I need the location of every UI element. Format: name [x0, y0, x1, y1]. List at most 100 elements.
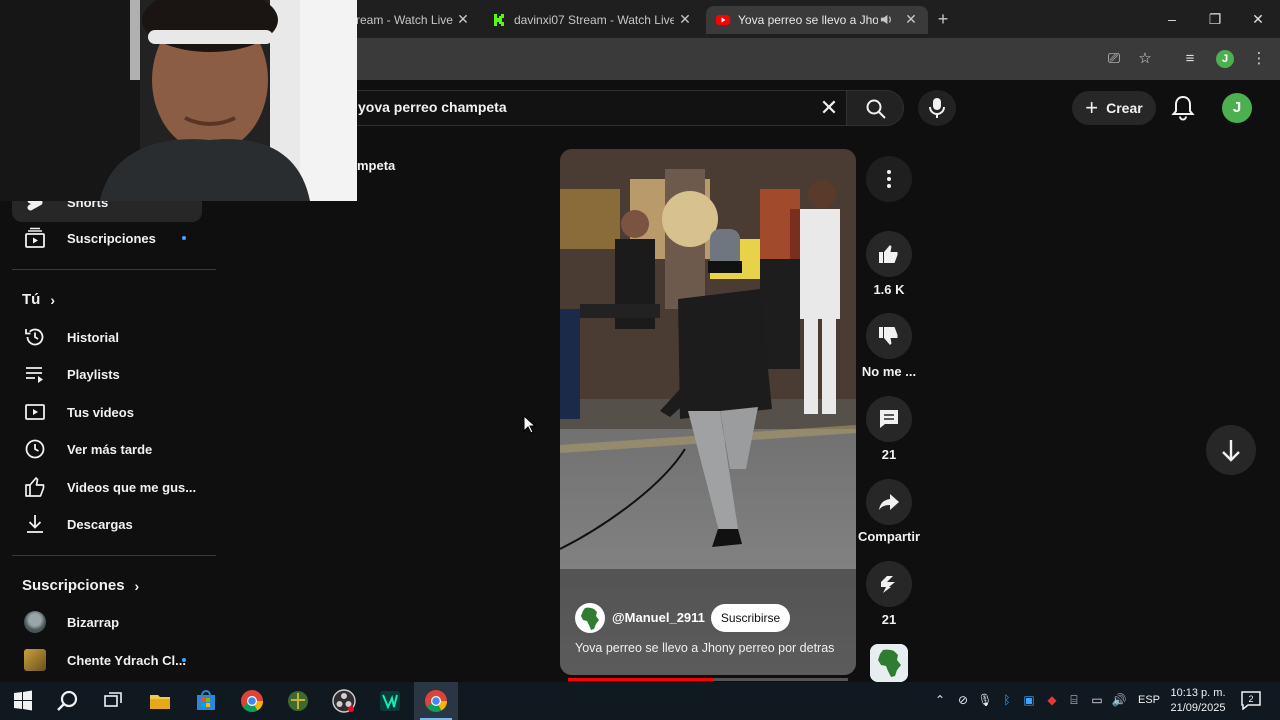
tab-close-icon[interactable]: ✕ — [902, 10, 920, 28]
sidebar-item-history[interactable]: Historial — [12, 317, 202, 357]
chrome-icon[interactable] — [239, 688, 265, 714]
install-app-icon[interactable]: ⎚ — [1104, 49, 1124, 69]
media-control-icon[interactable]: ≡ — [1180, 49, 1200, 69]
file-explorer-icon[interactable] — [147, 688, 173, 714]
search-icon[interactable] — [55, 688, 81, 714]
short-video-player[interactable] — [560, 149, 856, 675]
share-icon — [879, 494, 899, 510]
new-content-dot — [182, 658, 186, 662]
channel-avatar — [24, 649, 46, 671]
browser-profile-avatar[interactable]: J — [1216, 50, 1234, 68]
tab-stream-2[interactable]: davinxi07 Stream - Watch Live ✕ — [482, 6, 702, 34]
network-icon[interactable]: ⌸ — [1066, 692, 1082, 708]
notifications-icon[interactable]: 2 — [1240, 690, 1262, 710]
sidebar-item-label: Tus videos — [67, 404, 134, 420]
sidebar-item-label: Historial — [67, 329, 120, 345]
search-button[interactable] — [846, 90, 904, 126]
tab-youtube-short[interactable]: Yova perreo se llevo a Jhony ✕ — [706, 6, 928, 34]
tab-title: Yova perreo se llevo a Jhony — [738, 13, 878, 27]
kebab-menu-icon[interactable]: ⋮ — [1249, 49, 1269, 69]
sidebar-item-label: Descargas — [67, 516, 133, 532]
sound-thumbnail[interactable] — [870, 644, 908, 682]
sidebar-item-label: Suscripciones — [67, 230, 156, 246]
chevron-up-icon[interactable]: ⌃ — [932, 692, 948, 708]
africa-map-icon — [870, 644, 908, 682]
volume-icon[interactable]: 🔊 — [1111, 692, 1127, 708]
new-tab-button[interactable]: + — [932, 8, 954, 30]
microphone-icon[interactable]: 🎙 — [977, 692, 993, 708]
minimize-button[interactable]: – — [1160, 8, 1184, 30]
search-query[interactable]: yova perreo champeta — [358, 99, 507, 115]
sidebar-channel-chente[interactable]: Chente Ydrach Cl... — [12, 640, 202, 680]
thumbs-down-icon — [879, 327, 898, 345]
create-label: Crear — [1106, 100, 1143, 116]
tab-stream-1[interactable]: ream - Watch Live ✕ — [346, 6, 480, 34]
share-button[interactable] — [866, 479, 912, 525]
watch-later-icon — [25, 439, 45, 459]
tab-title: davinxi07 Stream - Watch Live — [514, 13, 674, 27]
chrome-icon[interactable] — [423, 688, 449, 714]
channel-handle[interactable]: @Manuel_2911 — [612, 610, 705, 625]
video-progress-bar[interactable] — [568, 678, 848, 681]
sidebar-item-playlists[interactable]: Playlists — [12, 354, 202, 394]
like-button[interactable] — [866, 231, 912, 277]
liked-icon — [25, 477, 45, 497]
subscriptions-header-label: Suscripciones — [22, 577, 125, 594]
sidebar-item-watch-later[interactable]: Ver más tarde — [12, 429, 202, 469]
sidebar-divider — [12, 269, 216, 270]
windows-start-icon[interactable] — [10, 688, 36, 714]
comments-button[interactable] — [866, 396, 912, 442]
next-short-button[interactable] — [1206, 425, 1256, 475]
more-options-button[interactable] — [866, 156, 912, 202]
sidebar-item-liked-videos[interactable]: Videos que me gus... — [12, 467, 202, 507]
battery-icon[interactable]: ▭ — [1089, 692, 1105, 708]
bookmark-star-icon[interactable]: ☆ — [1135, 49, 1155, 69]
sidebar-item-your-videos[interactable]: Tus videos — [12, 392, 202, 432]
task-view-icon[interactable] — [100, 688, 126, 714]
dislike-button[interactable] — [866, 313, 912, 359]
sidebar-item-subscriptions[interactable]: Suscripciones — [12, 218, 202, 258]
short-title[interactable]: Yova perreo se llevo a Jhony perreo por … — [575, 641, 834, 655]
app-tray-icon[interactable]: ▣ — [1021, 692, 1037, 708]
game-app-icon[interactable] — [285, 688, 311, 714]
you-section-header[interactable]: Tú › — [22, 291, 55, 308]
notifications-count: 2 — [1248, 694, 1253, 704]
restore-button[interactable]: ❐ — [1203, 8, 1227, 30]
bluetooth-icon[interactable]: ᛒ — [999, 692, 1015, 708]
remix-button[interactable] — [866, 561, 912, 607]
speaker-icon[interactable] — [880, 13, 893, 26]
mouse-cursor-icon — [523, 415, 537, 434]
comment-count: 21 — [881, 447, 897, 462]
system-clock[interactable]: 10:13 p. m. 21/09/2025 — [1166, 686, 1230, 716]
webcam-overlay — [0, 0, 357, 201]
your-videos-icon — [25, 404, 45, 420]
notifications-bell-icon[interactable] — [1170, 94, 1196, 122]
subscriptions-section-header[interactable]: Suscripciones › — [22, 577, 139, 594]
input-language[interactable]: ESP — [1138, 694, 1160, 706]
account-avatar[interactable]: J — [1222, 93, 1252, 123]
video-frame — [560, 149, 856, 675]
video-editor-icon[interactable] — [377, 688, 403, 714]
camera-off-icon[interactable]: ⊘ — [955, 692, 971, 708]
close-window-button[interactable]: ✕ — [1246, 8, 1270, 30]
sidebar-item-downloads[interactable]: Descargas — [12, 504, 202, 544]
voice-search-button[interactable] — [918, 90, 956, 126]
sidebar-channel-bizarrap[interactable]: Bizarrap — [12, 602, 202, 642]
subscribe-button[interactable]: Suscribirse — [711, 604, 790, 632]
microphone-icon — [929, 98, 945, 118]
tab-close-icon[interactable]: ✕ — [454, 10, 472, 28]
antivirus-icon[interactable]: ◆ — [1044, 692, 1060, 708]
obs-icon[interactable] — [331, 688, 357, 714]
sidebar-item-label: Playlists — [67, 366, 120, 382]
tab-close-icon[interactable]: ✕ — [676, 10, 694, 28]
create-button[interactable]: + Crear — [1072, 91, 1156, 125]
new-content-dot — [182, 236, 186, 240]
more-vert-icon — [887, 170, 891, 188]
comment-icon — [880, 410, 898, 428]
channel-avatar[interactable] — [575, 603, 605, 633]
arrow-down-icon — [1222, 440, 1240, 462]
clear-search-icon[interactable]: ✕ — [816, 95, 842, 121]
sidebar-item-label: Videos que me gus... — [67, 479, 197, 495]
plus-icon: + — [1085, 95, 1099, 120]
microsoft-store-icon[interactable] — [193, 688, 219, 714]
